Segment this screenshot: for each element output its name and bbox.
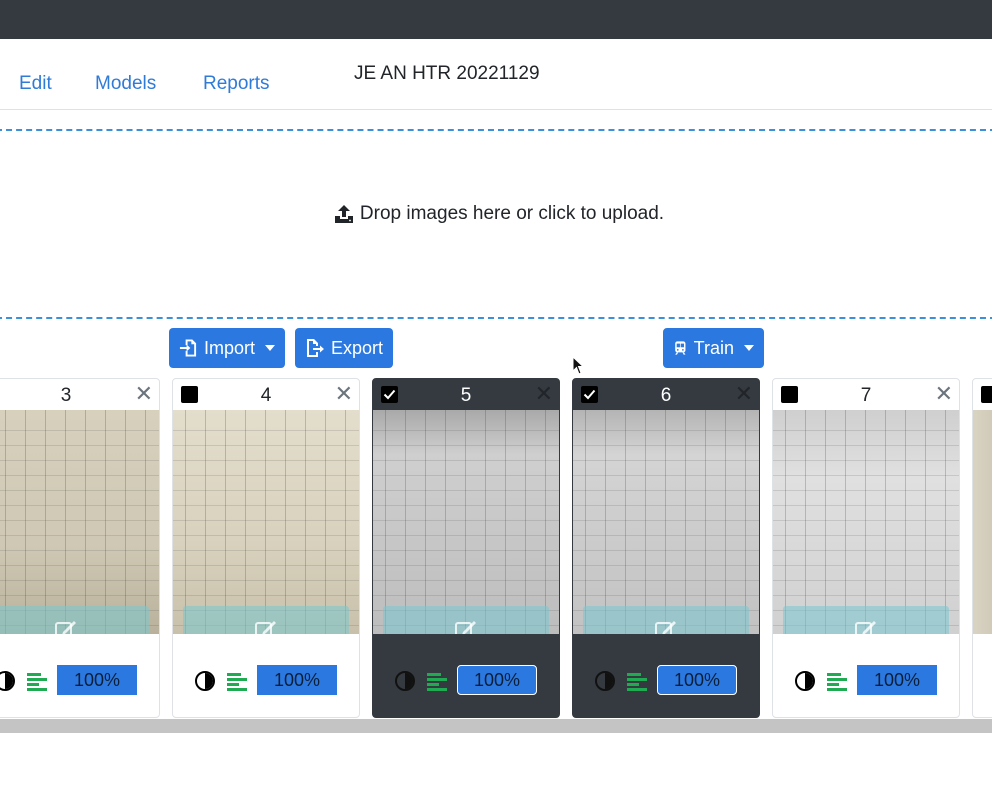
upload-icon <box>334 205 353 223</box>
align-left-icon[interactable] <box>227 671 247 691</box>
contrast-icon[interactable] <box>195 671 215 691</box>
contrast-icon[interactable] <box>0 671 15 691</box>
nav-edit-link[interactable]: Edit <box>19 73 52 95</box>
page-thumbnail[interactable] <box>973 410 992 634</box>
close-icon[interactable]: ✕ <box>535 381 553 407</box>
card-tools: 100% <box>773 665 959 697</box>
percent-button[interactable]: 100% <box>257 665 337 695</box>
close-icon[interactable]: ✕ <box>735 381 753 407</box>
align-left-icon[interactable] <box>27 671 47 691</box>
edit-icon <box>655 621 676 634</box>
close-icon[interactable]: ✕ <box>335 381 353 407</box>
card-select-checkbox[interactable] <box>981 386 992 403</box>
align-left-icon[interactable] <box>627 671 647 691</box>
align-left-icon[interactable] <box>827 671 847 691</box>
train-label: Train <box>693 337 734 358</box>
percent-button[interactable]: 100% <box>657 665 737 695</box>
close-icon[interactable]: ✕ <box>135 381 153 407</box>
card-tools: 100% <box>173 665 359 697</box>
horizontal-scrollbar[interactable] <box>0 719 992 733</box>
mouse-cursor-icon <box>572 356 585 375</box>
image-card[interactable]: 5 ✕ 100% <box>372 378 560 718</box>
document-nav: Edit Models Reports JE AN HTR 20221129 <box>0 39 992 110</box>
top-navbar <box>0 0 992 39</box>
edit-overlay[interactable] <box>783 606 949 634</box>
page-thumbnail[interactable] <box>0 410 159 634</box>
card-tools: 100% <box>573 665 759 697</box>
edit-icon <box>55 621 76 634</box>
image-card[interactable]: 6 ✕ 100% <box>572 378 760 718</box>
percent-button[interactable]: 100% <box>57 665 137 695</box>
upload-dropzone[interactable]: Drop images here or click to upload. <box>0 129 992 319</box>
card-tools: 100% <box>0 665 159 697</box>
card-page-number: 4 <box>260 385 272 406</box>
chevron-down-icon <box>744 345 754 351</box>
import-label: Import <box>203 337 255 358</box>
import-dropdown-button[interactable]: Import <box>169 328 285 368</box>
close-icon[interactable]: ✕ <box>935 381 953 407</box>
contrast-icon[interactable] <box>395 671 415 691</box>
image-card-partial[interactable] <box>972 378 992 718</box>
page-thumbnail[interactable] <box>173 410 359 634</box>
dropzone-label: Drop images here or click to upload. <box>359 203 665 224</box>
edit-overlay[interactable] <box>0 606 149 634</box>
image-card[interactable]: 4 ✕ 100% <box>172 378 360 718</box>
nav-reports-link[interactable]: Reports <box>203 73 270 95</box>
file-export-icon <box>306 339 324 357</box>
card-page-number: 5 <box>460 385 472 406</box>
edit-icon <box>255 621 276 634</box>
image-card[interactable]: 7 ✕ 100% <box>772 378 960 718</box>
edit-overlay[interactable] <box>583 606 749 634</box>
edit-icon <box>455 621 476 634</box>
align-left-icon[interactable] <box>427 671 447 691</box>
export-button[interactable]: Export <box>295 328 393 368</box>
edit-icon <box>855 621 876 634</box>
percent-button[interactable]: 100% <box>857 665 937 695</box>
card-page-number: 6 <box>660 385 672 406</box>
file-import-icon <box>179 339 197 357</box>
page-thumbnail[interactable] <box>373 410 559 634</box>
train-icon <box>675 341 686 355</box>
card-tools: 100% <box>373 665 559 697</box>
edit-overlay[interactable] <box>183 606 349 634</box>
page-thumbnail[interactable] <box>573 410 759 634</box>
chevron-down-icon <box>265 345 275 351</box>
image-card[interactable]: 3 ✕ 100% <box>0 378 160 718</box>
page-thumbnail[interactable] <box>773 410 959 634</box>
contrast-icon[interactable] <box>595 671 615 691</box>
document-title: JE AN HTR 20221129 <box>354 63 540 84</box>
train-dropdown-button[interactable]: Train <box>663 328 764 368</box>
card-page-number: 7 <box>860 385 872 406</box>
nav-models-link[interactable]: Models <box>95 73 156 95</box>
percent-button[interactable]: 100% <box>457 665 537 695</box>
contrast-icon[interactable] <box>795 671 815 691</box>
export-label: Export <box>330 337 383 358</box>
edit-overlay[interactable] <box>383 606 549 634</box>
